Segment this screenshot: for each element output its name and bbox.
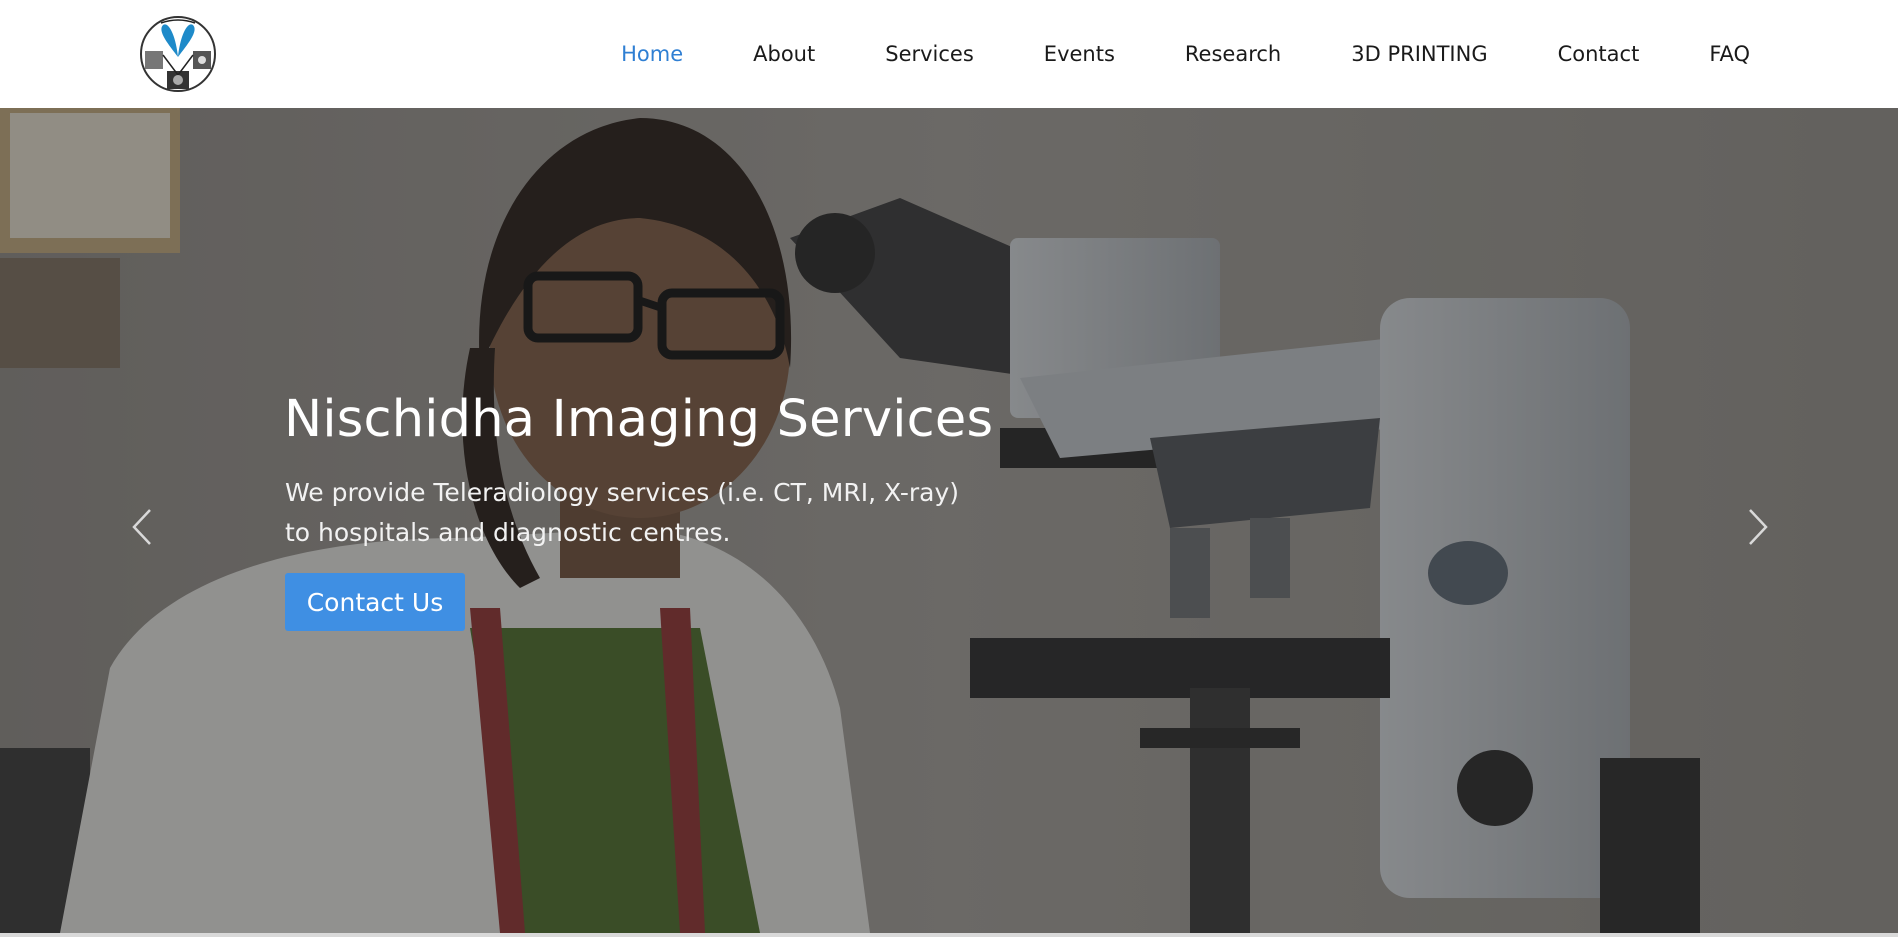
hero-title: Nischidha Imaging Services — [284, 390, 994, 449]
page-bottom-divider — [0, 933, 1898, 937]
nav-about[interactable]: About — [718, 0, 850, 108]
nav-events[interactable]: Events — [1009, 0, 1150, 108]
radiology-logo-icon — [140, 16, 216, 92]
nav-contact[interactable]: Contact — [1523, 0, 1675, 108]
site-header: Home About Services Events Research 3D P… — [0, 0, 1898, 108]
carousel-prev-button[interactable] — [124, 500, 160, 554]
nav-research[interactable]: Research — [1150, 0, 1316, 108]
carousel-next-button[interactable] — [1740, 500, 1776, 554]
chevron-right-icon — [1749, 509, 1768, 545]
hero-description-line1: We provide Teleradiology services (i.e. … — [285, 478, 960, 507]
hero-description: We provide Teleradiology services (i.e. … — [285, 473, 985, 553]
nav-faq[interactable]: FAQ — [1674, 0, 1750, 108]
logo-link[interactable] — [139, 15, 217, 93]
nav-home[interactable]: Home — [586, 0, 718, 108]
hero-carousel: Nischidha Imaging Services We provide Te… — [0, 108, 1898, 933]
contact-us-button[interactable]: Contact Us — [285, 573, 465, 631]
nav-3d-printing[interactable]: 3D PRINTING — [1316, 0, 1522, 108]
chevron-left-icon — [132, 509, 151, 545]
hero-description-line2: to hospitals and diagnostic centres. — [285, 518, 731, 547]
nav-services[interactable]: Services — [850, 0, 1009, 108]
main-nav: Home About Services Events Research 3D P… — [586, 0, 1750, 108]
